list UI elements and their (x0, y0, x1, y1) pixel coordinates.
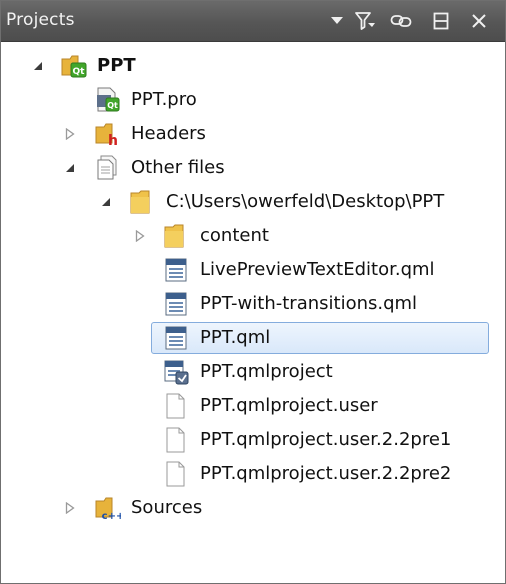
split-icon[interactable] (429, 9, 453, 33)
tree-item-pro-file[interactable]: Qt PPT.pro (1, 83, 505, 117)
headers-folder-icon: h (95, 121, 121, 149)
tree-item-label: PPT (97, 55, 136, 76)
other-files-icon (95, 155, 121, 181)
tree-item-label: PPT.qmlproject.user (200, 395, 378, 416)
tree-item-file[interactable]: LivePreviewTextEditor.qml (1, 253, 505, 287)
svg-text:Qt: Qt (107, 101, 118, 110)
tree-item-label: PPT.pro (131, 89, 197, 110)
tree-item-label: PPT-with-transitions.qml (200, 293, 418, 314)
tree-item-folder-path[interactable]: C:\Users\owerfeld\Desktop\PPT (1, 185, 505, 219)
panel-titlebar: Projects (1, 1, 505, 42)
qmlproject-file-icon (163, 359, 189, 385)
link-icon[interactable] (389, 9, 413, 33)
svg-text:h: h (108, 133, 118, 147)
tree-item-label: PPT.qmlproject.user.2.2pre1 (200, 429, 452, 450)
tree-item-file[interactable]: PPT.qmlproject.user (1, 389, 505, 423)
tree-item-other-files[interactable]: Other files (1, 151, 505, 185)
tree-item-file[interactable]: PPT.qmlproject.user.2.2pre2 (1, 457, 505, 491)
expanded-arrow-icon[interactable] (97, 193, 115, 211)
tree-item-file[interactable]: PPT-with-transitions.qml (1, 287, 505, 321)
svg-text:Qt: Qt (73, 67, 86, 77)
tree-item-label: C:\Users\owerfeld\Desktop\PPT (166, 191, 445, 212)
panel-title: Projects (6, 10, 75, 30)
filter-icon[interactable] (353, 9, 377, 33)
tree-item-sources[interactable]: c++ Sources (1, 491, 505, 525)
tree-item-label: PPT.qmlproject.user.2.2pre2 (200, 463, 452, 484)
sources-folder-icon: c++ (95, 495, 124, 522)
tree-item-file[interactable]: PPT.qmlproject.user.2.2pre1 (1, 423, 505, 457)
close-icon[interactable] (467, 9, 491, 33)
expanded-arrow-icon[interactable] (29, 57, 47, 75)
folder-icon (163, 223, 189, 249)
tree-item-label: Headers (131, 123, 206, 144)
project-tree: Qt PPT Qt PPT.pro h Headers Other files … (1, 42, 505, 583)
tree-item-label: content (200, 225, 269, 246)
tree-item-headers[interactable]: h Headers (1, 117, 505, 151)
pro-file-icon: Qt (95, 87, 121, 113)
collapsed-arrow-icon[interactable] (131, 227, 149, 245)
svg-text:c++: c++ (102, 511, 121, 521)
tree-item-content-folder[interactable]: content (1, 219, 505, 253)
tree-item-file-selected[interactable]: PPT.qml (1, 321, 505, 355)
collapsed-arrow-icon[interactable] (61, 499, 79, 517)
qt-project-folder-icon: Qt (61, 53, 87, 79)
qml-file-icon (163, 257, 189, 283)
tree-item-label: Sources (131, 497, 203, 518)
folder-icon (129, 189, 155, 215)
blank-file-icon (163, 393, 189, 419)
collapsed-arrow-icon[interactable] (61, 125, 79, 143)
blank-file-icon (163, 427, 189, 453)
tree-item-label: PPT.qml (200, 327, 271, 348)
qml-file-icon (163, 291, 189, 317)
chevron-down-icon[interactable] (325, 9, 349, 33)
tree-item-label: LivePreviewTextEditor.qml (200, 259, 435, 280)
qml-file-icon (163, 325, 189, 351)
expanded-arrow-icon[interactable] (61, 159, 79, 177)
tree-item-file[interactable]: PPT.qmlproject (1, 355, 505, 389)
tree-item-project[interactable]: Qt PPT (1, 49, 505, 83)
projects-panel: Projects Qt PPT Qt PPT.pro h Headers Oth… (0, 0, 506, 584)
tree-item-label: PPT.qmlproject (200, 361, 333, 382)
blank-file-icon (163, 461, 189, 487)
tree-item-label: Other files (131, 157, 225, 178)
